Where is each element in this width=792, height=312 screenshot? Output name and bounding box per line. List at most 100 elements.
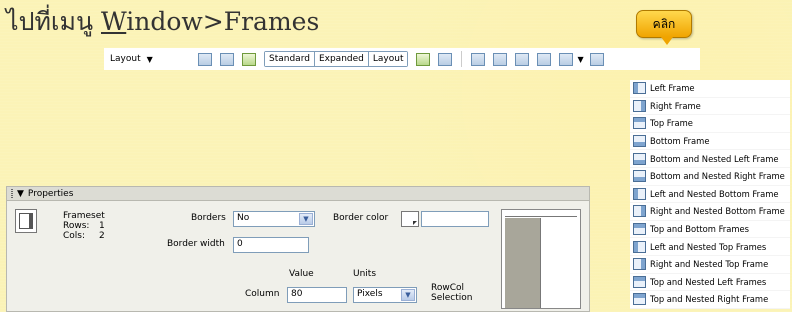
menu-item-frame[interactable]: Top and Bottom Frames: [630, 220, 790, 239]
properties-header[interactable]: ▼ Properties: [7, 187, 589, 201]
menu-item-label: Top and Bottom Frames: [650, 224, 750, 235]
table-icon[interactable]: [198, 52, 212, 66]
menu-item-label: Top and Nested Right Frame: [650, 294, 769, 305]
cols-label: Cols:: [63, 231, 86, 241]
heading-underlined-letter: W: [100, 7, 127, 36]
menu-item-label: Bottom and Nested Left Frame: [650, 153, 779, 164]
chevron-down-icon[interactable]: ▼: [401, 289, 415, 301]
menu-item-frame[interactable]: Bottom and Nested Right Frame: [630, 167, 790, 186]
borders-value: No: [237, 213, 250, 223]
menu-item-frame[interactable]: Bottom and Nested Left Frame: [630, 150, 790, 168]
column-value: 80: [291, 289, 303, 299]
menu-item-frame[interactable]: Top and Nested Left Frames: [630, 273, 790, 292]
layout-mode-button[interactable]: Layout: [368, 52, 408, 66]
layout-label: Layout: [110, 54, 141, 64]
units-value: Pixels: [357, 289, 383, 299]
properties-panel: ▼ Properties Frameset Rows: 1 Cols: 2 Bo…: [6, 186, 590, 312]
units-column-header: Units: [353, 269, 377, 279]
right-frame-icon: [633, 205, 646, 218]
menu-item-frame[interactable]: Right Frame: [630, 97, 790, 116]
bottom-frame-icon: [633, 170, 646, 183]
left-frame-icon: [633, 240, 646, 253]
right-frame-icon: [633, 258, 646, 271]
rowcol-label-line2: Selection: [431, 293, 473, 303]
menu-item-frame[interactable]: Bottom Frame: [630, 132, 790, 151]
menu-item-label: Top and Nested Left Frames: [650, 276, 767, 287]
insert-column-right-icon[interactable]: [537, 52, 552, 66]
borders-select[interactable]: No ▼: [233, 211, 315, 227]
rows-value: 1: [99, 221, 105, 231]
menu-item-frame[interactable]: Right and Nested Top Frame: [630, 255, 790, 274]
insert-row-below-icon[interactable]: [493, 52, 508, 66]
menu-item-label: Top Frame: [650, 118, 693, 129]
cols-value: 2: [99, 231, 105, 241]
menu-item-label: Right and Nested Top Frame: [650, 259, 769, 270]
chevron-down-icon: ▼: [146, 54, 153, 64]
border-color-label: Border color: [333, 213, 389, 223]
expanded-mode-button[interactable]: Expanded: [314, 52, 369, 66]
insert-row-above-icon[interactable]: [471, 52, 486, 66]
left-frame-icon: [633, 187, 646, 200]
menu-item-frame[interactable]: Left and Nested Bottom Frame: [630, 185, 790, 204]
properties-title: Properties: [27, 188, 74, 199]
frameset-type-label: Frameset: [63, 211, 105, 221]
top-frame-icon: [633, 275, 646, 288]
frames-dropdown-arrow-icon[interactable]: ▼: [577, 55, 583, 64]
chevron-down-icon[interactable]: ▼: [299, 213, 313, 225]
menu-item-frame[interactable]: Left Frame: [630, 80, 790, 98]
menu-item-frame[interactable]: Right and Nested Bottom Frame: [630, 203, 790, 221]
heading-prefix: ไปที่เมนู: [6, 7, 101, 36]
preview-divider: [505, 216, 577, 217]
insert-toolbar: Layout ▼ Standard Expanded Layout ▼: [104, 48, 700, 70]
frameset-icon: [15, 209, 37, 233]
callout-text: คลิก: [652, 16, 676, 31]
grip-icon[interactable]: [11, 189, 13, 198]
standard-mode-button[interactable]: Standard: [265, 52, 315, 66]
rows-label: Rows:: [63, 221, 90, 231]
menu-item-label: Left and Nested Bottom Frame: [650, 188, 779, 199]
bottom-frame-icon: [633, 135, 646, 148]
value-column-header: Value: [289, 269, 314, 279]
insert-column-left-icon[interactable]: [515, 52, 530, 66]
collapse-triangle-icon[interactable]: ▼: [17, 189, 24, 199]
click-callout: คลิก: [636, 10, 692, 45]
border-width-value: 0: [237, 239, 243, 249]
border-color-field[interactable]: [421, 211, 489, 227]
menu-item-label: Left Frame: [650, 83, 695, 94]
bottom-frame-icon: [633, 152, 646, 165]
rowcol-selection-preview[interactable]: [501, 209, 581, 309]
border-width-field[interactable]: 0: [233, 237, 309, 253]
heading-rest: indow>Frames: [126, 7, 320, 36]
top-frame-icon: [633, 293, 646, 306]
frames-dropdown-menu: Left Frame Right Frame Top Frame Bottom Fra…: [630, 80, 790, 309]
layout-table-icon[interactable]: [416, 52, 431, 66]
frames-icon[interactable]: [559, 52, 574, 66]
draw-layout-cell-icon[interactable]: [438, 52, 453, 66]
layout-mode-tabs: Standard Expanded Layout: [264, 51, 409, 67]
layout-category-dropdown[interactable]: Layout ▼: [104, 54, 194, 64]
draw-ap-div-icon[interactable]: [242, 52, 256, 66]
column-value-field[interactable]: 80: [287, 287, 347, 303]
border-width-label: Border width: [167, 239, 225, 249]
units-select[interactable]: Pixels ▼: [353, 287, 417, 303]
menu-item-label: Left and Nested Top Frames: [650, 241, 767, 252]
menu-item-frame[interactable]: Top and Nested Right Frame: [630, 291, 790, 309]
left-frame-icon: [633, 82, 646, 95]
menu-item-frame[interactable]: Top Frame: [630, 115, 790, 133]
menu-item-label: Bottom Frame: [650, 136, 710, 147]
menu-item-label: Bottom and Nested Right Frame: [650, 171, 785, 182]
column-label: Column: [245, 289, 280, 299]
slide-heading: ไปที่เมนู Window>Frames: [6, 2, 319, 42]
border-color-swatch[interactable]: [401, 211, 419, 227]
menu-item-label: Right Frame: [650, 100, 701, 111]
insert-div-icon[interactable]: [220, 52, 234, 66]
menu-item-frame[interactable]: Left and Nested Top Frames: [630, 238, 790, 256]
rowcol-label-line1: RowCol: [431, 283, 465, 293]
toolbar-separator: [461, 51, 463, 67]
tabular-data-icon[interactable]: [589, 52, 604, 66]
right-frame-icon: [633, 99, 646, 112]
borders-label: Borders: [191, 213, 226, 223]
selected-column-pane[interactable]: [505, 218, 541, 308]
menu-item-label: Right and Nested Bottom Frame: [650, 206, 785, 217]
top-frame-icon: [633, 117, 646, 130]
